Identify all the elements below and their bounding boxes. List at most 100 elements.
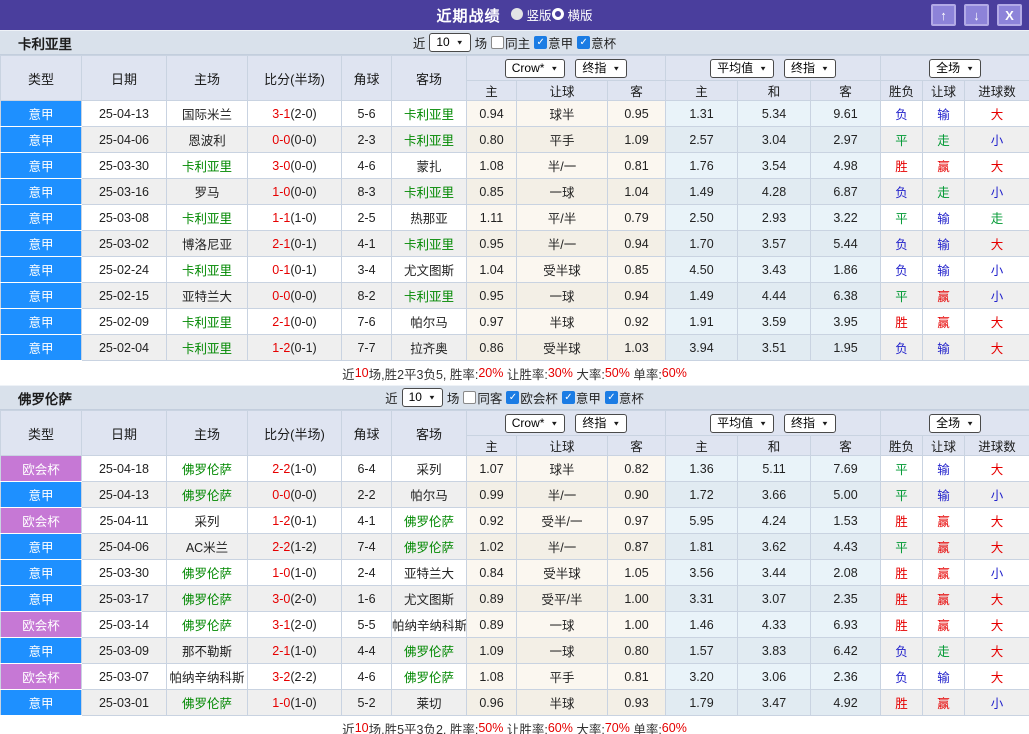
- fulltime-score: 2-1: [272, 643, 291, 658]
- scope-select[interactable]: 全场 ▼: [929, 58, 982, 78]
- odds-stage-select[interactable]: 终指 ▼: [575, 413, 628, 433]
- away-odds-cell: 1.00: [606, 611, 667, 638]
- summary-segment: 70%: [604, 721, 630, 734]
- match-row: 意甲 25-03-02 博洛尼亚 2-1(0-1) 4-1 卡利亚里 0.95 半/一 0.94…: [0, 230, 1029, 257]
- away-odds-cell: 0.90: [606, 481, 667, 508]
- checkbox-icon[interactable]: [463, 391, 477, 404]
- column-header: 让球: [922, 80, 966, 101]
- filter-checkbox[interactable]: ✓ 意杯: [604, 388, 644, 407]
- filter-checkbox[interactable]: ✓ 欧会杯: [506, 388, 558, 407]
- away-team-cell: 帕尔马: [391, 308, 467, 335]
- header-select-wrap: Crow* ▼ 终指 ▼: [468, 413, 665, 433]
- handicap-result-cell: 赢: [922, 611, 966, 638]
- bookmaker-select[interactable]: Crow* ▼: [504, 413, 566, 433]
- filter-checkbox[interactable]: ✓ 意杯: [577, 33, 616, 52]
- near-label: 近: [385, 392, 398, 406]
- home-odds-cell: 0.84: [466, 559, 517, 586]
- column-header: 进球数: [964, 435, 1029, 456]
- checkbox-icon[interactable]: ✓: [604, 391, 618, 404]
- recent-count-select[interactable]: 10 ▼: [401, 388, 443, 407]
- home-team-cell: 帕纳辛纳科斯: [166, 663, 248, 690]
- games-label: 场: [446, 392, 460, 406]
- fulltime-score: 3-1: [272, 106, 291, 121]
- average-select-value: 平均值: [717, 60, 754, 75]
- summary-segment: 50%: [478, 721, 504, 734]
- score-cell: 3-0(2-0): [247, 585, 342, 612]
- fulltime-score: 1-1: [272, 210, 291, 225]
- checkbox-label: 同客: [477, 392, 503, 406]
- average-select[interactable]: 平均值 ▼: [710, 58, 775, 78]
- fulltime-score: 1-0: [272, 184, 291, 199]
- home-team-name: 帕纳辛纳科斯: [169, 671, 245, 685]
- match-row: 意甲 25-03-08 卡利亚里 1-1(1-0) 2-5 热那亚 1.11 平/半 0.79 2…: [0, 204, 1029, 231]
- match-row: 欧会杯 25-03-07 帕纳辛纳科斯 3-2(2-2) 4-6 佛罗伦萨 1.08 平手 0.…: [0, 663, 1029, 690]
- close-button[interactable]: X: [997, 4, 1022, 26]
- home-team-name: 恩波利: [188, 134, 226, 148]
- handicap-result-cell: 赢: [922, 507, 966, 534]
- home-team-cell: 佛罗伦萨: [166, 455, 248, 482]
- checkbox-icon[interactable]: ✓: [561, 391, 575, 404]
- score-cell: 2-1(0-1): [247, 230, 342, 257]
- bookmaker-select[interactable]: Crow* ▼: [504, 58, 566, 78]
- home-odds-cell: 0.94: [466, 100, 517, 127]
- away-team-cell: 拉齐奥: [391, 334, 467, 361]
- layout-radio-vertical[interactable]: 竖版: [510, 5, 552, 24]
- type-cell: 意甲: [0, 585, 82, 612]
- down-button[interactable]: ↓: [964, 4, 989, 26]
- checkbox-icon[interactable]: [491, 36, 505, 49]
- away-team-cell: 蒙扎: [391, 152, 467, 179]
- checkbox-icon[interactable]: ✓: [506, 391, 520, 404]
- avg-home-cell: 5.95: [665, 507, 739, 534]
- filter-checkbox[interactable]: 同客: [463, 388, 502, 407]
- match-row: 欧会杯25-03-14佛罗伦萨3-1(2-0)5-5帕纳辛纳科斯10.89一球1…: [0, 611, 1029, 638]
- corner-cell: 6-4: [341, 455, 392, 482]
- avg-home-cell: 1.46: [665, 611, 739, 638]
- avg-stage-select[interactable]: 终指 ▼: [784, 413, 836, 433]
- chevron-down-icon: ▼: [427, 393, 436, 402]
- home-team-name: 国际米兰: [181, 108, 232, 122]
- layout-radio-horizontal[interactable]: 横版: [551, 5, 593, 24]
- handicap-cell: 球半: [516, 455, 608, 482]
- average-select[interactable]: 平均值 ▼: [710, 413, 775, 433]
- halftime-score: (1-0): [290, 643, 317, 658]
- column-header: 主: [665, 80, 739, 101]
- away-odds-cell: 0.82: [606, 455, 667, 482]
- scope-select[interactable]: 全场 ▼: [929, 413, 982, 433]
- avg-home-cell: 3.31: [665, 585, 739, 612]
- date-cell: 25-03-08: [81, 204, 167, 231]
- home-team-cell: 罗马: [166, 178, 248, 205]
- team-section: 卡利亚里近 10 ▼ 场同主 ✓ 意甲 ✓ 意杯 类型 日期 主场 比分(半场) 角球 客场 Crow* ▼ 终…: [0, 30, 1029, 385]
- checkbox-icon[interactable]: ✓: [577, 36, 591, 49]
- scope-select-value: 全场: [936, 60, 961, 75]
- filter-checkbox[interactable]: ✓ 意甲: [561, 388, 601, 407]
- date-cell: 25-03-30: [81, 559, 167, 586]
- avg-stage-select[interactable]: 终指 ▼: [784, 58, 836, 78]
- date-cell: 25-03-16: [81, 178, 167, 205]
- filter-checkbox[interactable]: 同主: [491, 33, 530, 52]
- summary-segment: 近: [342, 367, 355, 382]
- up-button[interactable]: ↑: [931, 4, 956, 26]
- match-row: 意甲 25-02-09 卡利亚里 2-1(0-0) 7-6 帕尔马 0.97 半球 0.92 1.…: [0, 308, 1029, 335]
- recent-count-select[interactable]: 10 ▼: [429, 33, 471, 52]
- score-cell: 2-2(1-0): [247, 455, 342, 482]
- team-name: 卡利亚里: [18, 36, 72, 52]
- home-team-name: 卡利亚里: [181, 264, 232, 278]
- home-odds-cell: 1.11: [466, 204, 517, 231]
- fulltime-score: 1-2: [272, 340, 291, 355]
- radio-icon[interactable]: [510, 8, 523, 21]
- score-cell: 2-1(0-0): [247, 308, 342, 335]
- summary-segment: 大率:: [572, 367, 605, 382]
- radio-icon[interactable]: [551, 8, 564, 21]
- avg-away-cell: 1.86: [810, 256, 882, 283]
- halftime-score: (2-0): [290, 591, 317, 606]
- result-cell: 负: [880, 178, 924, 205]
- checkbox-icon[interactable]: ✓: [534, 36, 548, 49]
- handicap-result-cell: 赢: [922, 308, 966, 335]
- odds-stage-select[interactable]: 终指 ▼: [575, 58, 628, 78]
- type-cell: 意甲: [0, 204, 82, 231]
- away-team-name: 采列: [416, 463, 442, 477]
- avg-away-cell: 5.00: [810, 481, 882, 508]
- filter-checkbox[interactable]: ✓ 意甲: [534, 33, 573, 52]
- chevron-down-icon: ▼: [821, 419, 829, 427]
- match-row: 意甲 25-03-30 卡利亚里 3-0(0-0) 4-6 蒙扎 1.08 半/一 0.81 1.…: [0, 152, 1029, 179]
